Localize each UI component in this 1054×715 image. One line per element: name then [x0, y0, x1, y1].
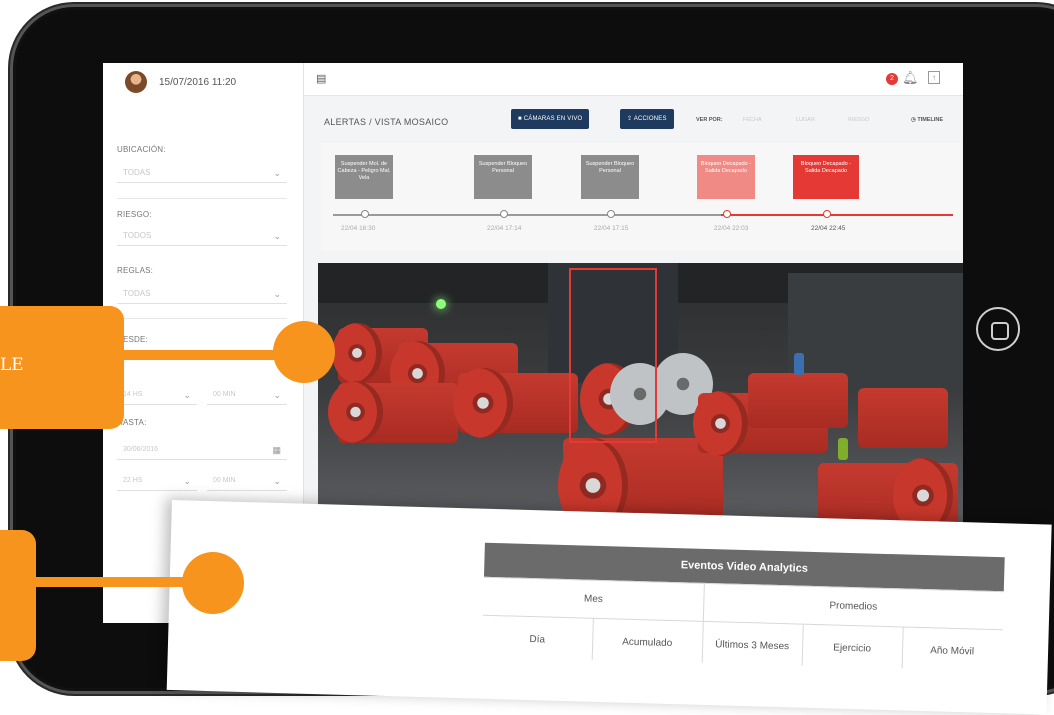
timeline-event-card[interactable]: Suspender Mol. de Cabeza - Peligro Mal. … — [335, 155, 393, 199]
chevron-down-icon: ⌄ — [273, 289, 281, 299]
chevron-down-icon: ⌄ — [273, 390, 281, 400]
callout-dot — [182, 552, 244, 614]
timeline-dot[interactable] — [723, 210, 731, 218]
detection-box[interactable] — [569, 268, 657, 443]
avatar[interactable] — [125, 71, 147, 93]
steel-coil — [332, 323, 382, 383]
reglas-value: TODAS — [123, 289, 151, 298]
bell-icon[interactable]: 🔔︎ — [902, 70, 919, 86]
ubicacion-label: UBICACIÓN: — [117, 145, 166, 154]
timeline-event-card[interactable]: Bloqueo Decapado - Salida Decapado — [697, 155, 755, 199]
notification-badge[interactable]: 2 — [886, 73, 898, 85]
steel-coil — [748, 373, 848, 428]
steel-coil — [858, 388, 948, 448]
reglas-label: REGLAS: — [117, 266, 154, 275]
view-option-lugar[interactable]: LUGAR — [796, 117, 815, 123]
worker-figure — [794, 353, 804, 375]
timeline-event-time: 22/04 22:45 — [811, 225, 846, 232]
timeline-event-time: 22/04 22:03 — [714, 225, 749, 232]
actions-button[interactable]: ⇪ ACCIONES — [620, 109, 674, 129]
desde-hour-value: 14 HS — [123, 391, 143, 398]
home-button-icon[interactable] — [976, 307, 1020, 351]
timeline-event-time: 22/04 17:14 — [487, 225, 522, 232]
chevron-down-icon: ⌄ — [183, 390, 191, 400]
hasta-date-input[interactable]: 30/06/2016 ▦ — [117, 440, 287, 460]
riesgo-value: TODOS — [123, 231, 152, 240]
top-bar: ▤ 2 🔔︎ ↑ — [304, 63, 963, 96]
column-header: Acumulado — [622, 636, 673, 650]
timeline-dot[interactable] — [607, 210, 615, 218]
hasta-hour-select[interactable]: 22 HS ⌄ — [117, 471, 197, 491]
chevron-down-icon: ⌄ — [273, 476, 281, 486]
view-option-timeline[interactable]: ◷ TIMELINE — [911, 117, 943, 123]
timeline-dot[interactable] — [361, 210, 369, 218]
current-datetime: 15/07/2016 11:20 — [159, 76, 237, 88]
ubicacion-select[interactable]: TODAS ⌄ — [117, 163, 287, 183]
analytics-report-card: Eventos Video Analytics Mes Promedios Dí… — [166, 500, 1052, 715]
divider — [117, 318, 287, 319]
actions-label: ACCIONES — [633, 116, 667, 122]
column-header: Ejercicio — [833, 642, 872, 655]
alert-timeline: Suspender Mol. de Cabeza - Peligro Mal. … — [321, 143, 961, 251]
hasta-hour-value: 22 HS — [123, 477, 143, 484]
user-header: 15/07/2016 11:20 — [125, 69, 236, 95]
report-group-mes: Mes — [583, 593, 603, 606]
timeline-event-card-active[interactable]: Bloqueo Decapado - Salida Decapado — [793, 155, 859, 199]
timeline-event-card[interactable]: Suspender Bloqueo Personal — [474, 155, 532, 199]
hasta-min-select[interactable]: 00 MIN ⌄ — [207, 471, 287, 491]
worker-figure — [838, 438, 848, 460]
steel-coil — [328, 381, 383, 443]
desde-hour-select[interactable]: 14 HS ⌄ — [117, 385, 197, 405]
timeline-dot-active[interactable] — [823, 210, 831, 218]
chevron-down-icon: ⌄ — [183, 476, 191, 486]
reglas-select[interactable]: TODAS ⌄ — [117, 284, 287, 304]
chevron-down-icon: ⌄ — [273, 168, 281, 178]
timeline-event-card[interactable]: Suspender Bloqueo Personal — [581, 155, 639, 199]
share-icon: ⇪ — [627, 116, 634, 122]
steel-coil — [453, 368, 513, 438]
desde-min-value: 00 MIN — [213, 391, 236, 398]
exit-icon[interactable]: ↑ — [928, 71, 940, 84]
timeline-dot[interactable] — [500, 210, 508, 218]
menu-icon[interactable]: ▤ — [316, 72, 326, 85]
timeline-track-active — [721, 214, 953, 216]
callout-text-fragment: LE — [0, 355, 24, 375]
column-header: Año Móvil — [929, 645, 975, 658]
calendar-icon[interactable]: ▦ — [272, 440, 281, 460]
green-indicator-light — [436, 299, 446, 309]
live-cameras-label: CÁMARAS EN VIVO — [523, 116, 583, 122]
view-option-fecha[interactable]: FECHA — [743, 117, 762, 123]
timeline-label: TIMELINE — [917, 117, 943, 123]
view-option-riesgo[interactable]: RIESGO — [848, 117, 869, 123]
hasta-min-value: 00 MIN — [213, 477, 236, 484]
view-by-label: VER POR: — [696, 117, 723, 123]
live-cameras-button[interactable]: ■ CÁMARAS EN VIVO — [511, 109, 590, 129]
column-header: Últimos 3 Meses — [715, 639, 790, 653]
riesgo-label: RIESGO: — [117, 210, 152, 219]
table-rule — [482, 614, 1003, 631]
steel-coil — [693, 391, 748, 456]
riesgo-select[interactable]: TODOS ⌄ — [117, 226, 287, 246]
desde-min-select[interactable]: 00 MIN ⌄ — [207, 385, 287, 405]
chevron-down-icon: ⌄ — [273, 231, 281, 241]
orange-callout-box — [0, 530, 36, 661]
report-group-promedios: Promedios — [829, 600, 878, 613]
timeline-event-time: 22/04 17:15 — [594, 225, 629, 232]
divider — [117, 198, 287, 199]
ubicacion-value: TODAS — [123, 168, 151, 177]
table-rule — [701, 582, 705, 663]
hasta-date-value: 30/06/2016 — [123, 446, 159, 453]
column-header: Día — [529, 634, 546, 646]
timeline-event-time: 22/04 16:30 — [341, 225, 376, 232]
breadcrumb: ALERTAS / VISTA MOSAICO — [324, 117, 449, 127]
callout-dot — [273, 321, 335, 383]
